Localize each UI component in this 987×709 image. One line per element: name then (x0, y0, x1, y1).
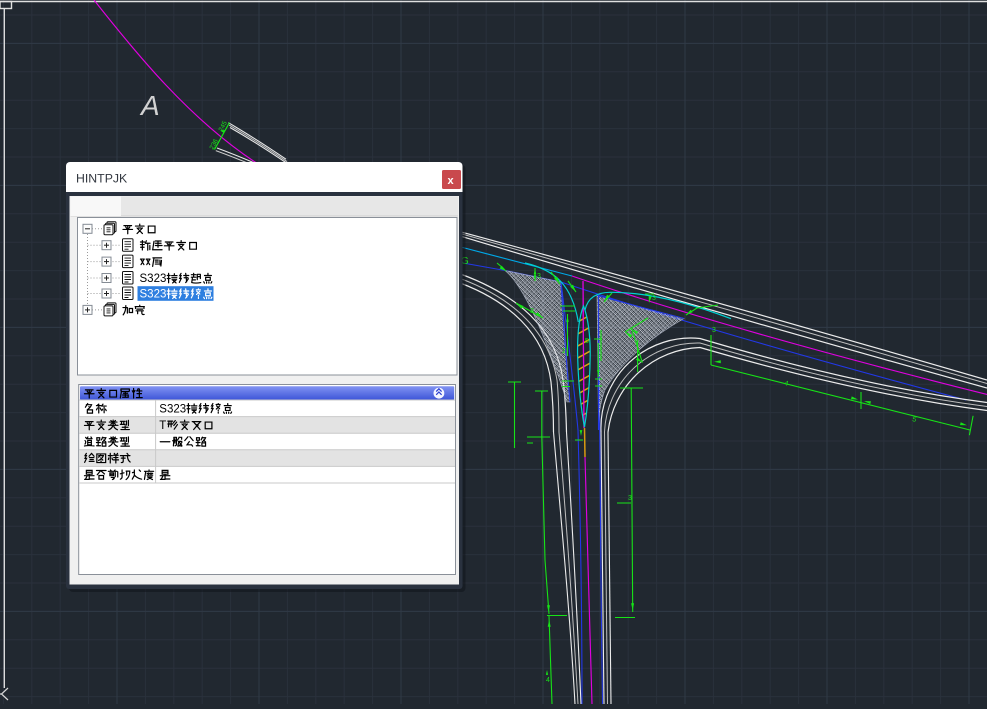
svg-text:S323: S323 (140, 273, 167, 285)
svg-text:T: T (159, 420, 166, 432)
svg-text:S323: S323 (140, 289, 167, 301)
svg-text:3: 3 (712, 327, 716, 334)
svg-text:x: x (448, 175, 455, 187)
svg-text:S323: S323 (159, 403, 186, 415)
svg-text:A: A (139, 90, 160, 121)
svg-text:2: 2 (562, 348, 566, 355)
svg-text:HINTPJK: HINTPJK (76, 172, 128, 186)
svg-text:4: 4 (546, 677, 550, 684)
svg-text:3: 3 (628, 495, 632, 502)
svg-text:3: 3 (530, 308, 534, 315)
svg-text:3: 3 (652, 295, 656, 302)
svg-text:3: 3 (537, 273, 541, 280)
svg-text:5: 5 (585, 338, 589, 345)
